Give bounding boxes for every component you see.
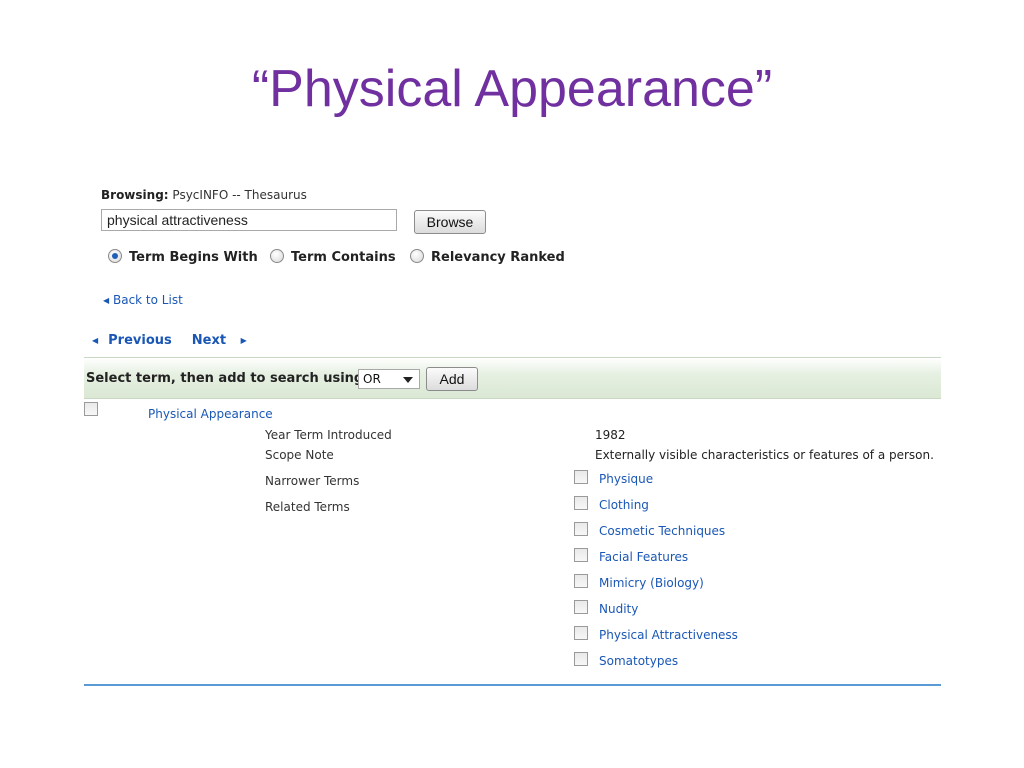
detail-value-scope: Externally visible characteristics or fe… [595,448,934,462]
operator-value: OR [363,372,381,386]
radio-relevancy-ranked[interactable]: Relevancy Ranked [410,249,565,265]
slide-title: “Physical Appearance” [251,60,773,118]
detail-label-scope: Scope Note [265,448,334,462]
back-to-list-link[interactable]: ◀ Back to List [103,293,183,307]
triangle-left-icon: ◀ [103,296,110,305]
search-input[interactable] [101,209,397,231]
detail-label-year: Year Term Introduced [265,428,392,442]
radio-unselected-icon [270,249,284,263]
related-term-link[interactable]: Cosmetic Techniques [599,524,725,538]
previous-label: Previous [108,333,172,348]
bottom-divider [84,684,941,686]
radio-label: Relevancy Ranked [431,250,565,265]
radio-unselected-icon [410,249,424,263]
browsing-label: Browsing: [101,188,169,202]
term-title-link[interactable]: Physical Appearance [148,407,273,421]
related-term-checkbox[interactable] [574,626,588,640]
related-term-link[interactable]: Facial Features [599,550,688,564]
add-button[interactable]: Add [426,367,478,391]
detail-value-year: 1982 [595,428,626,442]
related-term-checkbox[interactable] [574,522,588,536]
related-term-checkbox[interactable] [574,574,588,588]
previous-link[interactable]: ◀ Previous [92,333,182,348]
browsing-database: PsycINFO -- Thesaurus [172,188,307,202]
radio-label: Term Contains [291,250,396,265]
related-term-link[interactable]: Physique [599,472,653,486]
browse-button[interactable]: Browse [414,210,486,234]
radio-selected-icon [108,249,122,263]
detail-label-related: Related Terms [265,500,350,514]
related-term-checkbox[interactable] [574,600,588,614]
chevron-down-icon [403,377,413,383]
related-term-link[interactable]: Nudity [599,602,638,616]
related-term-checkbox[interactable] [574,548,588,562]
operator-select[interactable]: OR [358,369,420,389]
next-label: Next [191,333,227,348]
triangle-left-icon: ◀ [92,336,99,345]
add-to-search-label: Select term, then add to search using: [86,371,369,386]
related-term-checkbox[interactable] [574,470,588,484]
next-link[interactable]: Next ▶ [192,333,257,348]
pager: ◀ Previous Next ▶ [92,333,267,348]
related-term-checkbox[interactable] [574,652,588,666]
term-checkbox[interactable] [84,402,98,416]
related-term-link[interactable]: Somatotypes [599,654,678,668]
detail-label-narrower: Narrower Terms [265,474,360,488]
related-term-link[interactable]: Physical Attractiveness [599,628,738,642]
browsing-line: Browsing: PsycINFO -- Thesaurus [101,188,307,202]
back-to-list-label: Back to List [112,293,183,307]
related-term-link[interactable]: Mimicry (Biology) [599,576,704,590]
radio-term-contains[interactable]: Term Contains [270,249,396,265]
triangle-right-icon: ▶ [240,336,247,345]
radio-term-begins-with[interactable]: Term Begins With [108,249,258,265]
related-term-link[interactable]: Clothing [599,498,649,512]
related-term-checkbox[interactable] [574,496,588,510]
radio-label: Term Begins With [129,250,258,265]
